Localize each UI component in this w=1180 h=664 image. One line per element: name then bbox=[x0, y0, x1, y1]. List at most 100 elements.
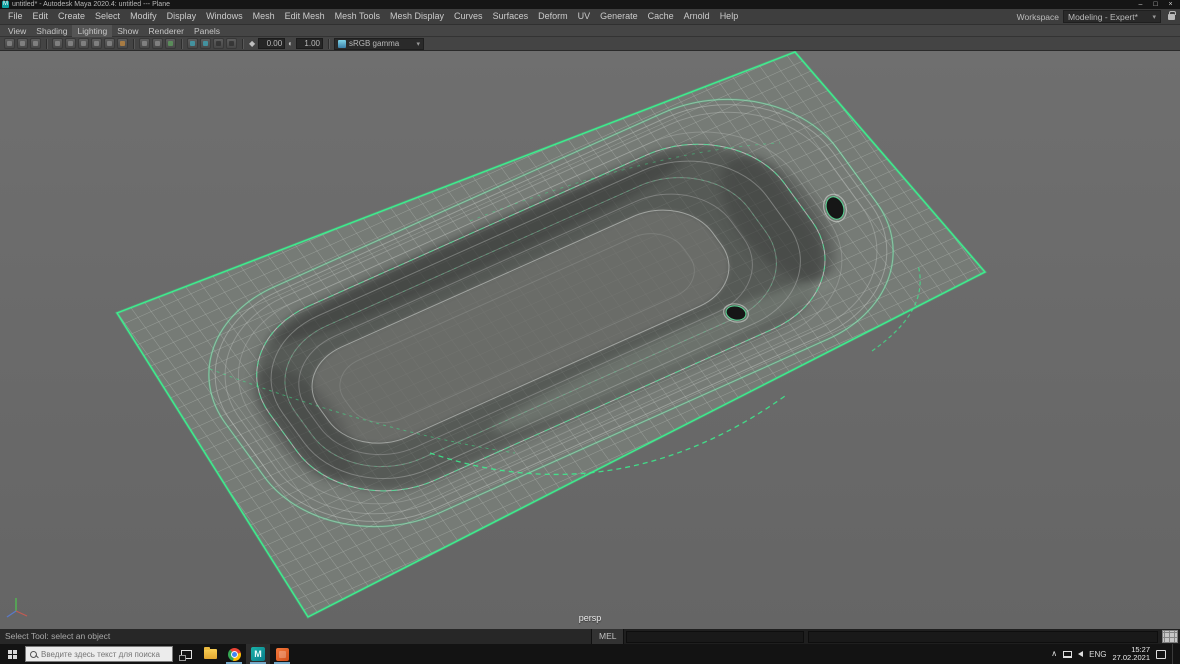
maya-window: M untitled* - Autodesk Maya 2020.4: unti… bbox=[0, 0, 1180, 664]
help-and-command-line: Select Tool: select an object MEL bbox=[0, 629, 1180, 644]
gamma-field[interactable] bbox=[296, 38, 323, 49]
toolbar-separator bbox=[242, 39, 243, 49]
file-explorer-button[interactable] bbox=[198, 644, 222, 664]
snap-to-curves-icon[interactable] bbox=[65, 38, 76, 49]
volume-icon[interactable] bbox=[1078, 651, 1083, 657]
snap-to-grid-icon[interactable] bbox=[52, 38, 63, 49]
command-language-toggle[interactable]: MEL bbox=[592, 629, 624, 644]
clock-date: 27.02.2021 bbox=[1112, 654, 1150, 663]
chevron-down-icon: ▾ bbox=[416, 40, 420, 48]
main-menu-bar: File Edit Create Select Modify Display W… bbox=[0, 9, 1180, 25]
panel-menu-view[interactable]: View bbox=[3, 25, 31, 37]
chevron-down-icon: ▾ bbox=[1152, 13, 1156, 21]
snap-to-points-icon[interactable] bbox=[78, 38, 89, 49]
snap-to-projected-center-icon[interactable] bbox=[91, 38, 102, 49]
panel-menu-bar: View Shading Lighting Show Renderer Pane… bbox=[0, 25, 1180, 37]
view-transform-dropdown[interactable]: sRGB gamma ▾ bbox=[334, 38, 424, 50]
network-icon[interactable] bbox=[1063, 651, 1072, 658]
menu-edit[interactable]: Edit bbox=[28, 9, 54, 24]
snap-to-view-planes-icon[interactable] bbox=[104, 38, 115, 49]
menu-mesh[interactable]: Mesh bbox=[248, 9, 280, 24]
search-icon bbox=[30, 651, 37, 658]
panel-menu-show[interactable]: Show bbox=[112, 25, 143, 37]
chrome-icon bbox=[228, 648, 241, 661]
construction-history-icon[interactable] bbox=[165, 38, 176, 49]
title-bar: M untitled* - Autodesk Maya 2020.4: unti… bbox=[0, 0, 1180, 9]
color-management-icon bbox=[338, 40, 346, 48]
camera-label: persp bbox=[0, 613, 1180, 623]
maya-taskbar-button[interactable]: M bbox=[246, 644, 270, 664]
close-button[interactable]: × bbox=[1163, 0, 1178, 9]
menu-mesh-tools[interactable]: Mesh Tools bbox=[330, 9, 385, 24]
workspace-label: Workspace bbox=[1017, 12, 1059, 22]
command-result[interactable] bbox=[808, 631, 1158, 643]
menu-display[interactable]: Display bbox=[162, 9, 202, 24]
menu-create[interactable]: Create bbox=[53, 9, 90, 24]
show-desktop-button[interactable] bbox=[1172, 644, 1176, 664]
menu-modify[interactable]: Modify bbox=[125, 9, 162, 24]
panel-menu-panels[interactable]: Panels bbox=[189, 25, 225, 37]
render-settings-icon[interactable] bbox=[213, 38, 224, 49]
workspace-dropdown[interactable]: Modeling - Expert* ▾ bbox=[1063, 10, 1161, 23]
menu-cache[interactable]: Cache bbox=[643, 9, 679, 24]
toolbar-separator bbox=[181, 39, 182, 49]
view-transform-value: sRGB gamma bbox=[349, 39, 399, 48]
menu-mesh-display[interactable]: Mesh Display bbox=[385, 9, 449, 24]
tray-expand-icon[interactable]: ∧ bbox=[1051, 649, 1057, 659]
menu-generate[interactable]: Generate bbox=[595, 9, 643, 24]
task-view-icon bbox=[181, 650, 192, 659]
command-input[interactable] bbox=[626, 631, 804, 643]
make-object-live-icon[interactable] bbox=[117, 38, 128, 49]
lock-workspace-icon[interactable] bbox=[1168, 14, 1175, 20]
task-view-button[interactable] bbox=[174, 644, 198, 664]
windows-logo-icon bbox=[8, 650, 17, 659]
help-line-text: Select Tool: select an object bbox=[0, 629, 592, 644]
contrast-icon[interactable]: ◐ bbox=[287, 38, 294, 49]
clock[interactable]: 15:27 27.02.2021 bbox=[1112, 646, 1150, 663]
search-input[interactable] bbox=[41, 650, 168, 659]
language-indicator[interactable]: ENG bbox=[1089, 650, 1106, 659]
taskbar-search[interactable] bbox=[25, 646, 173, 662]
folder-icon bbox=[204, 649, 217, 659]
menu-windows[interactable]: Windows bbox=[201, 9, 248, 24]
ipr-render-icon[interactable] bbox=[200, 38, 211, 49]
orange-app-icon bbox=[276, 648, 289, 661]
chrome-button[interactable] bbox=[222, 644, 246, 664]
maya-icon: M bbox=[251, 647, 265, 661]
menu-edit-mesh[interactable]: Edit Mesh bbox=[280, 9, 330, 24]
select-by-hierarchy-icon[interactable] bbox=[4, 38, 15, 49]
menu-surfaces[interactable]: Surfaces bbox=[488, 9, 534, 24]
orange-app-button[interactable] bbox=[270, 644, 294, 664]
viewport-canvas[interactable] bbox=[0, 51, 1180, 629]
panel-menu-shading[interactable]: Shading bbox=[31, 25, 72, 37]
menu-file[interactable]: File bbox=[3, 9, 28, 24]
system-tray: ∧ ENG 15:27 27.02.2021 bbox=[1051, 644, 1180, 664]
output-connections-icon[interactable] bbox=[152, 38, 163, 49]
menu-arnold[interactable]: Arnold bbox=[679, 9, 715, 24]
menu-help[interactable]: Help bbox=[715, 9, 744, 24]
isolate-select-icon[interactable] bbox=[226, 38, 237, 49]
workspace-value: Modeling - Expert* bbox=[1068, 12, 1138, 22]
panel-menu-renderer[interactable]: Renderer bbox=[144, 25, 189, 37]
toolbar-separator bbox=[133, 39, 134, 49]
menu-deform[interactable]: Deform bbox=[533, 9, 573, 24]
exposure-field[interactable] bbox=[258, 38, 285, 49]
script-editor-button[interactable] bbox=[1162, 630, 1178, 643]
select-by-object-type-icon[interactable] bbox=[17, 38, 28, 49]
menu-uv[interactable]: UV bbox=[573, 9, 596, 24]
render-current-frame-icon[interactable] bbox=[187, 38, 198, 49]
minimize-button[interactable]: – bbox=[1133, 0, 1148, 9]
menu-curves[interactable]: Curves bbox=[449, 9, 488, 24]
exposure-icon[interactable]: ◆ bbox=[248, 38, 256, 49]
panel-menu-lighting[interactable]: Lighting bbox=[72, 25, 112, 37]
toolbar-separator bbox=[328, 39, 329, 49]
workspace-area: Workspace Modeling - Expert* ▾ bbox=[1017, 10, 1177, 23]
viewport-panel[interactable]: persp bbox=[0, 51, 1180, 629]
maximize-button[interactable]: □ bbox=[1148, 0, 1163, 9]
panel-toolbar: ◆ ◐ sRGB gamma ▾ bbox=[0, 37, 1180, 51]
start-button[interactable] bbox=[0, 644, 24, 664]
input-connections-icon[interactable] bbox=[139, 38, 150, 49]
menu-select[interactable]: Select bbox=[90, 9, 125, 24]
select-by-component-type-icon[interactable] bbox=[30, 38, 41, 49]
action-center-icon[interactable] bbox=[1156, 650, 1166, 659]
